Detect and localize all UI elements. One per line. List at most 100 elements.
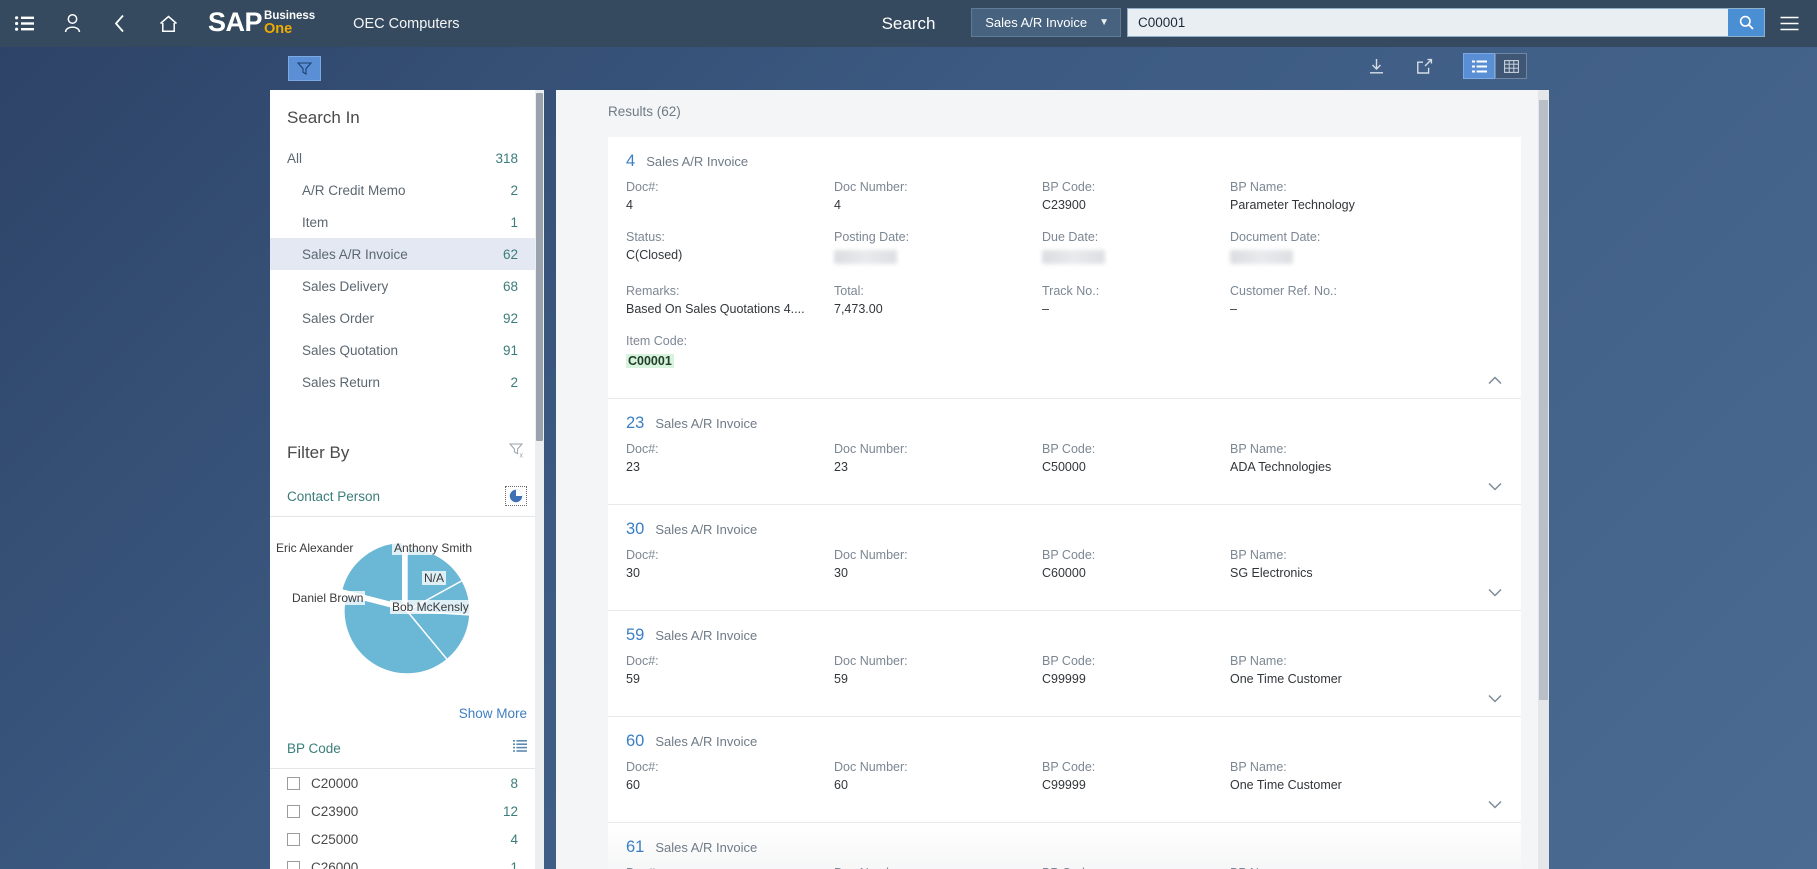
result-card[interactable]: 30 Sales A/R Invoice Doc#: 30 Doc Number: 30 B…	[608, 505, 1521, 611]
filter-group-contact-person-label: Contact Person	[287, 488, 381, 504]
filter-group-contact-person[interactable]: Contact Person	[270, 478, 544, 517]
filter-group-bp-code-label: BP Code	[287, 741, 341, 756]
customer-ref-no-label: Customer Ref. No.:	[1230, 284, 1337, 298]
doc-hash-value: 60	[626, 778, 640, 792]
bp-code-checkbox[interactable]	[287, 860, 300, 869]
search-input-wrap	[1127, 8, 1765, 37]
bp-name-label: BP Name:	[1230, 654, 1287, 668]
list-view-icon[interactable]	[1463, 53, 1495, 79]
filter-group-bp-code[interactable]: BP Code	[270, 731, 544, 769]
doc-number-value: 60	[834, 778, 848, 792]
result-card[interactable]: 59 Sales A/R Invoice Doc#: 59 Doc Number: 59 B…	[608, 611, 1521, 717]
results-scrollbar-thumb[interactable]	[1539, 100, 1548, 700]
bp-name-field: BP Name: Parameter Technology	[1230, 180, 1521, 212]
search-input[interactable]	[1128, 9, 1728, 36]
funnel-filter-icon[interactable]	[288, 56, 321, 81]
search-scope-label: Sales A/R Invoice	[985, 15, 1088, 30]
bp-code-filter-row[interactable]: C23900 12	[270, 797, 544, 825]
svg-text:x: x	[520, 453, 524, 460]
bp-name-label: BP Name:	[1230, 760, 1287, 774]
bp-name-value: One Time Customer	[1230, 778, 1342, 792]
bp-code-checkbox[interactable]	[287, 776, 300, 790]
document-date-field: Document Date: 02/16/2006	[1230, 230, 1521, 266]
result-card-doc-number[interactable]: 23	[626, 414, 644, 433]
search-in-item-item[interactable]: Item 1	[270, 206, 544, 238]
bp-code-checkbox[interactable]	[287, 804, 300, 818]
search-in-title: Search In	[287, 108, 360, 127]
result-card-doc-number[interactable]: 61	[626, 838, 644, 857]
result-card-doc-number[interactable]: 59	[626, 626, 644, 645]
search-submit-button[interactable]	[1728, 9, 1764, 36]
bp-code-field: BP Code: C23900	[1042, 180, 1230, 212]
sap-business-one-logo[interactable]: SAP Business One	[208, 9, 315, 37]
search-in-list: All 318 A/R Credit Memo 2 Item 1 Sales A/R Inv…	[270, 142, 544, 406]
bp-name-field: BP Name: SG Electronics	[1230, 548, 1521, 580]
result-card[interactable]: 4 Sales A/R Invoice Doc#: 4 Doc Number: 4 BP C…	[608, 137, 1521, 399]
bp-name-value: Parameter Technology	[1230, 198, 1355, 212]
search-in-item-count: 92	[502, 310, 518, 326]
search-in-item-sales-order[interactable]: Sales Order 92	[270, 302, 544, 334]
list-toggle-icon[interactable]	[513, 739, 527, 758]
doc-number-field: Doc Number: 30	[834, 548, 1042, 580]
result-card-doc-number[interactable]: 4	[626, 152, 635, 171]
bp-name-value: ADA Technologies	[1230, 460, 1332, 474]
left-panel-scrollbar-thumb[interactable]	[536, 93, 543, 441]
doc-number-value: 59	[834, 672, 848, 686]
search-in-item-count: 62	[502, 246, 518, 262]
result-card-type: Sales A/R Invoice	[655, 416, 758, 431]
search-in-item-count: 91	[502, 342, 518, 358]
search-in-item-sales-delivery[interactable]: Sales Delivery 68	[270, 270, 544, 302]
chevron-down-icon[interactable]	[1485, 688, 1505, 708]
chevron-down-icon[interactable]	[1485, 582, 1505, 602]
result-card-doc-number[interactable]: 60	[626, 732, 644, 751]
chevron-up-icon[interactable]	[1485, 370, 1505, 390]
due-date-label: Due Date:	[1042, 230, 1099, 244]
back-chevron-icon[interactable]	[96, 0, 144, 47]
bp-code-filter-row[interactable]: C20000 8	[270, 769, 544, 797]
search-in-item-a-r-credit-memo[interactable]: A/R Credit Memo 2	[270, 174, 544, 206]
doc-number-value: 4	[834, 198, 841, 212]
doc-number-value: 23	[834, 460, 848, 474]
total-field: Total: 7,473.00	[834, 284, 1042, 316]
global-search-area: Sales A/R Invoice ▼	[971, 8, 1765, 37]
results-scrollbar[interactable]	[1538, 90, 1549, 869]
search-in-item-all[interactable]: All 318	[270, 142, 544, 174]
search-scope-dropdown[interactable]: Sales A/R Invoice ▼	[971, 8, 1121, 37]
contact-person-pie-chart[interactable]: Anthony Smith N/A Bob McKensly Daniel Brown…	[270, 523, 544, 698]
home-icon[interactable]	[144, 0, 192, 47]
download-icon[interactable]	[1363, 53, 1389, 79]
bp-code-checkbox[interactable]	[287, 832, 300, 846]
bp-code-filter-row[interactable]: C26000 1	[270, 853, 544, 869]
search-in-item-label: Item	[302, 214, 329, 230]
bp-code-field: BP Code: C99999	[1042, 654, 1230, 686]
result-card[interactable]: 60 Sales A/R Invoice Doc#: 60 Doc Number: 60 B…	[608, 717, 1521, 823]
bp-code-label: C25000	[311, 831, 359, 847]
clear-filter-icon[interactable]: x	[508, 442, 526, 464]
bp-code-filter-row[interactable]: C25000 4	[270, 825, 544, 853]
bp-code-count: 4	[510, 831, 518, 847]
user-icon[interactable]	[48, 0, 96, 47]
search-in-item-label: Sales A/R Invoice	[302, 246, 408, 262]
list-menu-icon[interactable]	[1771, 0, 1807, 47]
results-panel: Results (62) 4 Sales A/R Invoice Doc#: 4 Doc…	[556, 90, 1549, 869]
doc-hash-field: Doc#: 30	[626, 548, 834, 580]
result-card-header: 60 Sales A/R Invoice	[608, 732, 1521, 760]
search-in-item-sales-quotation[interactable]: Sales Quotation 91	[270, 334, 544, 366]
search-in-item-sales-a-r-invoice[interactable]: Sales A/R Invoice 62	[270, 238, 544, 270]
share-export-icon[interactable]	[1411, 53, 1437, 79]
left-panel-scrollbar[interactable]	[535, 90, 544, 869]
result-card-doc-number[interactable]: 30	[626, 520, 644, 539]
bp-code-label: C20000	[311, 775, 359, 791]
doc-hash-field: Doc#: 23	[626, 442, 834, 474]
pie-chart-toggle-icon[interactable]	[505, 486, 527, 506]
chevron-down-icon[interactable]	[1485, 794, 1505, 814]
doc-number-label: Doc Number:	[834, 760, 908, 774]
bp-name-value: SG Electronics	[1230, 566, 1313, 580]
table-grid-view-icon[interactable]	[1495, 53, 1527, 79]
top-header-bar: SAP Business One OEC Computers Search Sa…	[0, 0, 1817, 47]
hamburger-menu-icon[interactable]	[0, 0, 48, 47]
result-card[interactable]: 61Sales A/R InvoiceDoc#:61Doc Number:61B…	[608, 823, 1521, 869]
chevron-down-icon[interactable]	[1485, 476, 1505, 496]
search-in-item-sales-return[interactable]: Sales Return 2	[270, 366, 544, 398]
result-card[interactable]: 23 Sales A/R Invoice Doc#: 23 Doc Number: 23 B…	[608, 399, 1521, 505]
